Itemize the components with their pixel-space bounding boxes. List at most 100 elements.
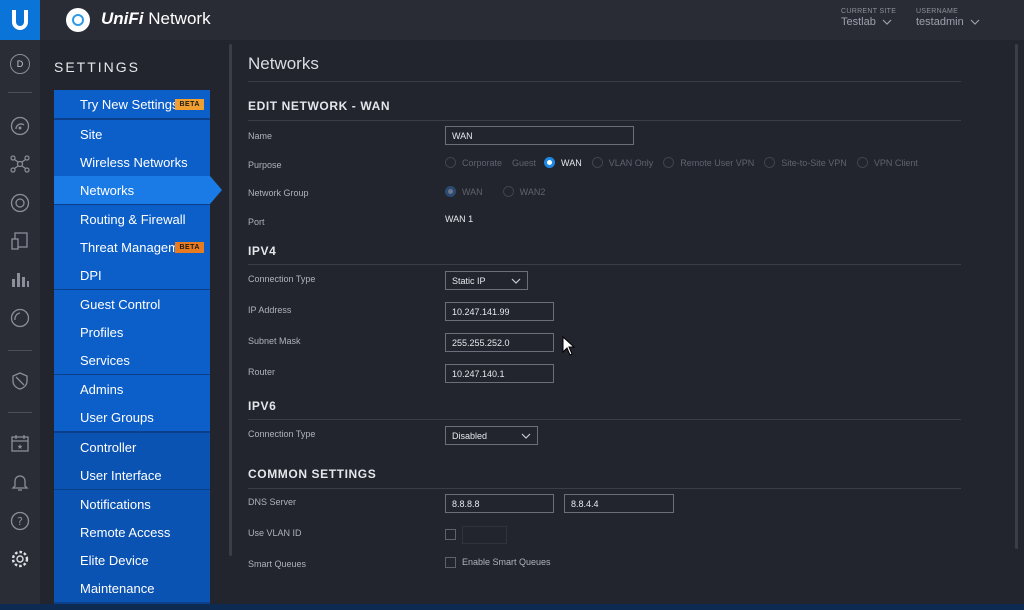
svg-text:?: ? [17, 515, 23, 528]
vlan-id-input[interactable] [462, 526, 507, 544]
menu-item-dpi[interactable]: DPI [54, 261, 210, 289]
chevron-down-icon [970, 19, 980, 25]
menu-item-notifications[interactable]: Notifications [54, 490, 210, 518]
bottom-bar [0, 604, 1024, 610]
clients-icon[interactable] [8, 229, 32, 253]
name-input[interactable]: WAN [445, 126, 634, 145]
gear-icon[interactable] [8, 547, 32, 571]
top-bar: UniFi Network CURRENT SITE Testlab USERN… [0, 0, 1024, 40]
mouse-cursor-icon [562, 335, 576, 361]
ipv6-connection-type-select[interactable]: Disabled [445, 426, 538, 445]
purpose-radio-remote-user-vpn[interactable]: Remote User VPN [663, 157, 754, 168]
router-label: Router [248, 367, 276, 377]
dns-server-label: DNS Server [248, 497, 297, 507]
menu-item-routing-firewall[interactable]: Routing & Firewall [54, 205, 210, 233]
settings-menu: Try New Settings BETA Site Wireless Netwo… [54, 90, 210, 610]
ipv6-connection-type-label: Connection Type [248, 429, 316, 439]
shield-icon[interactable] [8, 369, 32, 393]
network-group-radio-wan2[interactable]: WAN2 [502, 186, 545, 197]
menu-item-threat-management[interactable]: Threat Management BETA [54, 233, 210, 261]
menu-item-remote-access[interactable]: Remote Access [54, 518, 210, 546]
menu-item-wireless-networks[interactable]: Wireless Networks [54, 148, 210, 176]
purpose-label: Purpose [248, 160, 282, 170]
menu-item-user-groups[interactable]: User Groups [54, 403, 210, 431]
username-label: USERNAME [916, 8, 959, 15]
devices-icon[interactable] [8, 191, 32, 215]
section-common-settings: COMMON SETTINGS [248, 467, 377, 481]
statistics-icon[interactable] [8, 114, 32, 138]
settings-title: SETTINGS [54, 59, 141, 75]
menu-item-maintenance[interactable]: Maintenance [54, 574, 210, 602]
stats-icon[interactable] [8, 306, 32, 330]
menu-item-controller[interactable]: Controller [54, 433, 210, 461]
connection-type-label: Connection Type [248, 274, 316, 284]
purpose-radio-guest[interactable]: Guest [512, 158, 536, 168]
divider [248, 488, 961, 489]
name-label: Name [248, 131, 273, 141]
map-topology-icon[interactable] [8, 152, 32, 176]
dns-server-1-input[interactable]: 8.8.8.8 [445, 494, 554, 513]
page-title: Networks [248, 54, 319, 73]
subnet-mask-label: Subnet Mask [248, 336, 301, 346]
purpose-radio-corporate[interactable]: Corporate [445, 157, 502, 168]
insights-icon[interactable] [8, 267, 32, 291]
active-menu-indicator [210, 176, 222, 204]
menu-scrollbar[interactable] [229, 44, 232, 556]
smart-queues-label: Smart Queues [248, 559, 307, 569]
chevron-down-icon [521, 433, 531, 439]
port-value: WAN 1 [445, 214, 474, 224]
section-ipv4: IPV4 [248, 244, 277, 258]
events-calendar-icon[interactable]: ★ [8, 431, 32, 455]
app-brand: UniFi Network [101, 9, 211, 28]
menu-item-user-interface[interactable]: User Interface [54, 461, 210, 489]
help-icon[interactable]: ? [8, 509, 32, 533]
current-site-value: Testlab [841, 16, 876, 28]
divider [248, 264, 961, 265]
smart-queues-checkbox-label[interactable]: Enable Smart Queues [462, 557, 551, 567]
section-ipv6: IPV6 [248, 399, 277, 413]
content-scrollbar[interactable] [1015, 44, 1018, 549]
menu-item-elite-device[interactable]: Elite Device [54, 546, 210, 574]
unifi-app-icon [66, 8, 90, 32]
purpose-radio-group: Corporate Guest WAN VLAN Only Remote Use… [445, 157, 928, 168]
divider [248, 81, 961, 82]
use-vlan-id-checkbox[interactable] [445, 529, 456, 540]
divider [248, 419, 961, 420]
beta-badge: BETA [175, 242, 204, 253]
menu-item-guest-control[interactable]: Guest Control [54, 290, 210, 318]
network-group-radio-wan[interactable]: WAN [445, 186, 483, 197]
purpose-radio-vpn-client[interactable]: VPN Client [856, 157, 918, 168]
smart-queues-checkbox[interactable] [445, 557, 456, 568]
network-group-label: Network Group [248, 188, 309, 198]
section-edit-network: EDIT NETWORK - WAN [248, 99, 391, 113]
chevron-down-icon [882, 19, 892, 25]
ip-address-label: IP Address [248, 305, 292, 315]
current-site-selector[interactable]: CURRENT SITE Testlab [841, 8, 896, 28]
dns-server-2-input[interactable]: 8.8.4.4 [564, 494, 674, 513]
subnet-mask-input[interactable]: 255.255.252.0 [445, 333, 554, 352]
ubiquiti-logo-icon[interactable] [0, 0, 40, 40]
purpose-radio-vlan-only[interactable]: VLAN Only [591, 157, 653, 168]
purpose-radio-site-to-site-vpn[interactable]: Site-to-Site VPN [764, 157, 847, 168]
menu-item-profiles[interactable]: Profiles [54, 318, 210, 346]
port-label: Port [248, 217, 265, 227]
icon-rail: D ★ ? [0, 40, 40, 610]
router-input[interactable]: 10.247.140.1 [445, 364, 554, 383]
menu-item-networks[interactable]: Networks [54, 176, 210, 204]
menu-item-site[interactable]: Site [54, 120, 210, 148]
ip-address-input[interactable]: 10.247.141.99 [445, 302, 554, 321]
current-site-label: CURRENT SITE [841, 8, 897, 15]
bell-icon[interactable] [8, 470, 32, 494]
svg-text:★: ★ [17, 443, 23, 451]
divider [248, 120, 961, 121]
username-value: testadmin [916, 16, 964, 28]
connection-type-select[interactable]: Static IP [445, 271, 528, 290]
menu-item-admins[interactable]: Admins [54, 375, 210, 403]
beta-badge: BETA [175, 99, 204, 110]
username-selector[interactable]: USERNAME testadmin [916, 8, 980, 28]
dashboard-icon[interactable]: D [8, 52, 32, 76]
menu-item-try-new-settings[interactable]: Try New Settings BETA [54, 90, 210, 118]
use-vlan-id-label: Use VLAN ID [248, 528, 302, 538]
menu-item-services[interactable]: Services [54, 346, 210, 374]
purpose-radio-wan[interactable]: WAN [544, 157, 582, 168]
